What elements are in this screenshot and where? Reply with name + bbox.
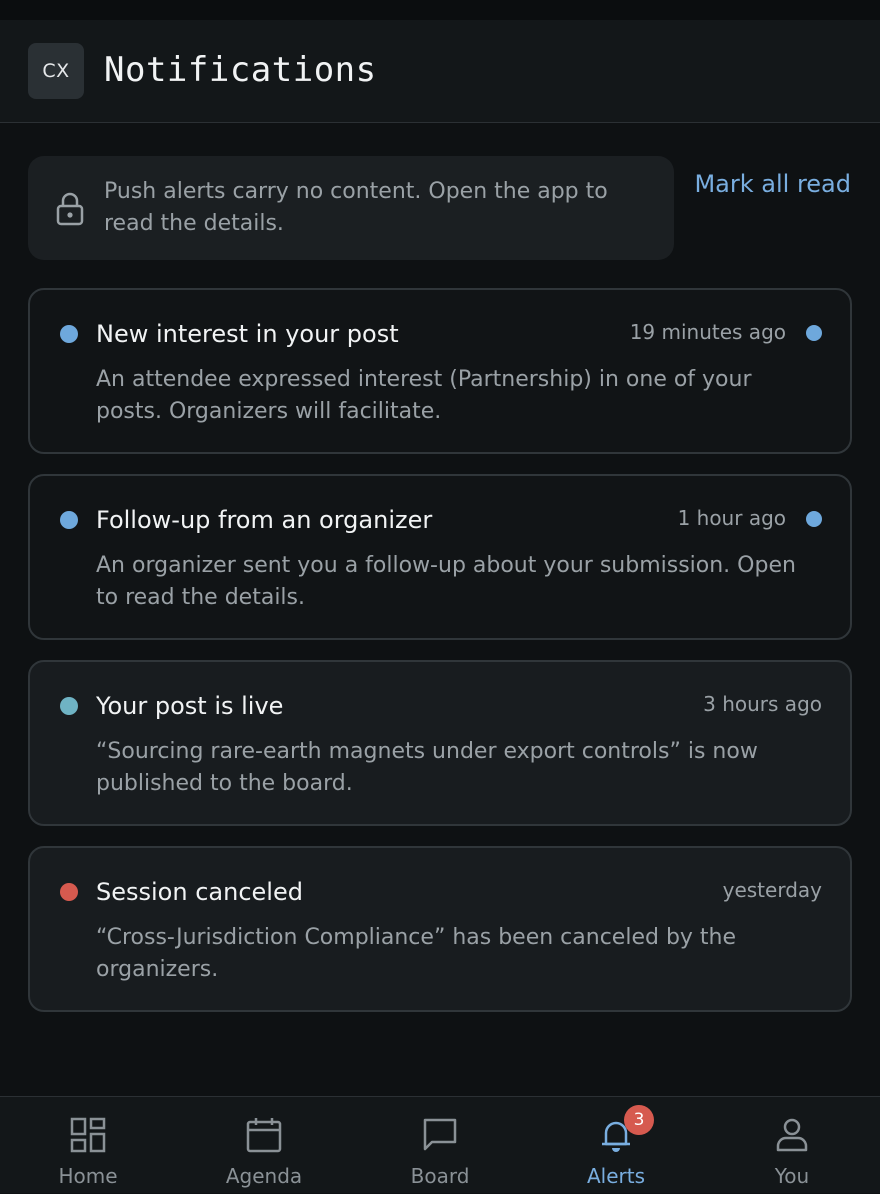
category-dot	[60, 883, 78, 901]
nav-item-board[interactable]: Board	[352, 1097, 528, 1194]
category-dot	[60, 325, 78, 343]
notification-title: Follow-up from an organizer	[96, 506, 433, 534]
nav-label: Home	[58, 1164, 118, 1188]
privacy-notice: Push alerts carry no content. Open the a…	[28, 156, 674, 260]
notification-body: “Cross-Jurisdiction Compliance” has been…	[96, 925, 737, 982]
notification-card[interactable]: Follow-up from an organizer 1 hour ago A…	[28, 474, 852, 640]
lock-icon	[56, 192, 84, 226]
category-dot	[60, 697, 78, 715]
notification-time: yesterday	[722, 878, 822, 902]
person-icon	[776, 1118, 808, 1152]
notice-text: Push alerts carry no content. Open the a…	[104, 179, 608, 236]
chat-bubble-icon	[423, 1118, 457, 1151]
dashboard-icon	[70, 1117, 106, 1153]
nav-label: Agenda	[225, 1164, 303, 1188]
mark-all-read-button[interactable]: Mark all read	[694, 170, 851, 198]
avatar[interactable]: CX	[28, 43, 84, 99]
unread-indicator	[806, 511, 822, 527]
nav-label: Board	[410, 1164, 470, 1188]
alerts-count-badge: 3	[624, 1105, 654, 1135]
nav-item-alerts[interactable]: 3 Alerts	[528, 1097, 704, 1194]
nav-item-home[interactable]: Home	[0, 1097, 176, 1194]
page-title: Notifications	[104, 50, 377, 90]
app-header: CX Notifications	[0, 20, 880, 123]
nav-item-agenda[interactable]: Agenda	[176, 1097, 352, 1194]
notification-title: Your post is live	[96, 692, 284, 720]
calendar-icon	[246, 1118, 282, 1153]
notification-body: An organizer sent you a follow-up about …	[96, 553, 796, 610]
notification-card[interactable]: Session canceled yesterday “Cross-Jurisd…	[28, 846, 852, 1012]
bottom-nav: Home Agenda Board 3 Alerts You	[0, 1096, 880, 1193]
category-dot	[60, 511, 78, 529]
unread-indicator	[806, 325, 822, 341]
nav-label: You	[774, 1164, 810, 1188]
nav-item-you[interactable]: You	[704, 1097, 880, 1194]
notification-card[interactable]: New interest in your post 19 minutes ago…	[28, 288, 852, 454]
notification-card[interactable]: Your post is live 3 hours ago “Sourcing …	[28, 660, 852, 826]
notification-body: An attendee expressed interest (Partners…	[96, 367, 752, 424]
notification-title: New interest in your post	[96, 320, 399, 348]
notification-title: Session canceled	[96, 878, 303, 906]
notification-body: “Sourcing rare-earth magnets under expor…	[96, 739, 758, 796]
status-strip	[0, 0, 880, 20]
notification-time: 1 hour ago	[677, 506, 786, 530]
notification-time: 3 hours ago	[703, 692, 822, 716]
notification-time: 19 minutes ago	[629, 320, 786, 344]
nav-label: Alerts	[586, 1164, 646, 1188]
